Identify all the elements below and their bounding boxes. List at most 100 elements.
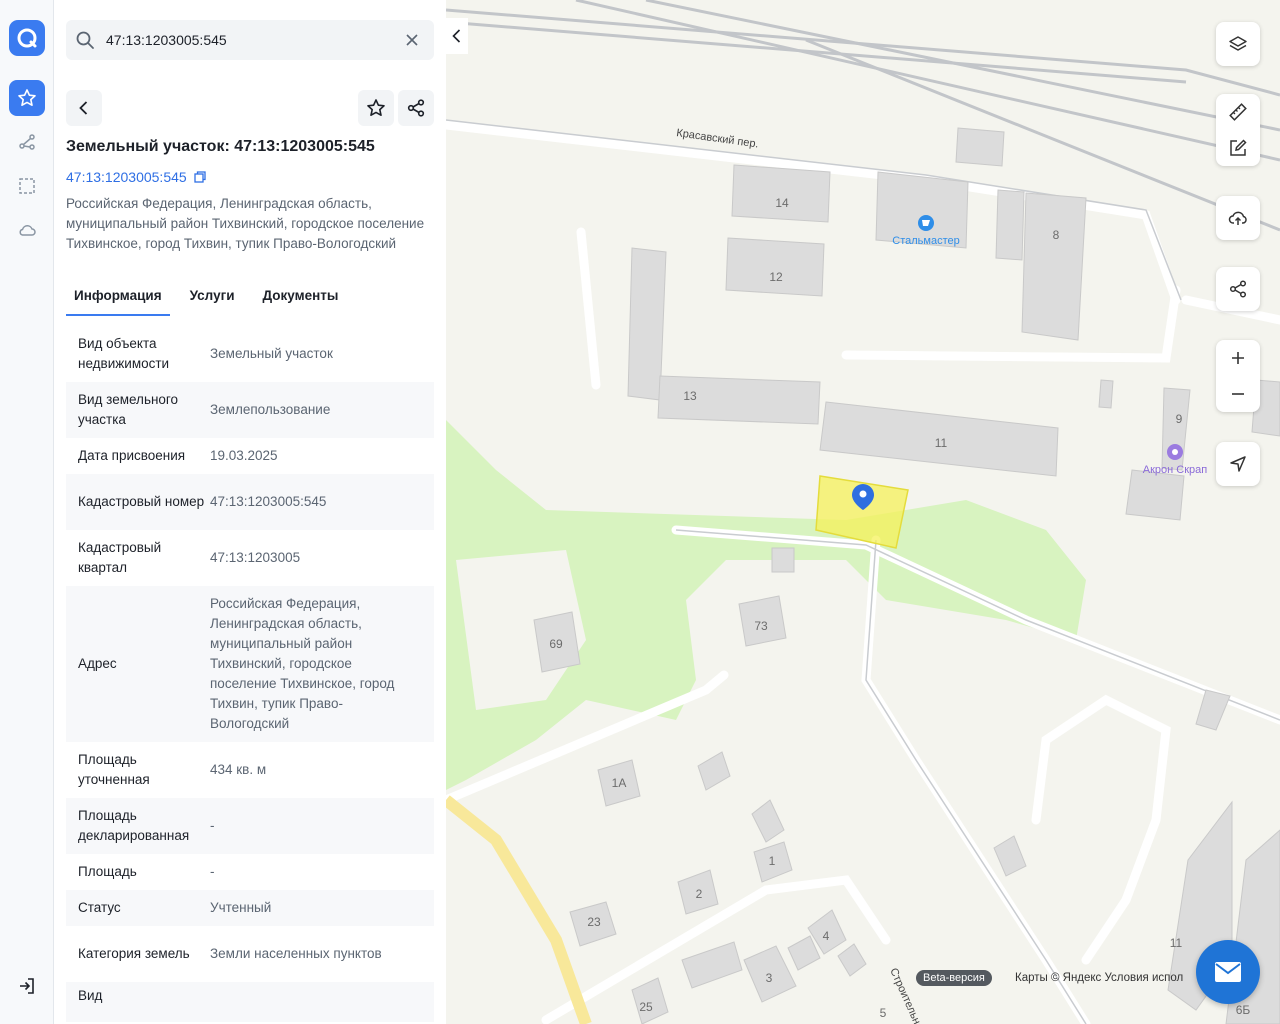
- favorite-button[interactable]: [358, 90, 394, 126]
- building-number: 14: [775, 196, 789, 210]
- nav-rail: [0, 0, 54, 1024]
- upload-control: [1216, 196, 1260, 240]
- mail-icon: [1215, 962, 1241, 982]
- geolocation-control: [1216, 442, 1260, 486]
- table-row: Площадь декларированная -: [66, 798, 434, 854]
- layers-button[interactable]: [1216, 22, 1260, 66]
- building-number: 8: [1053, 228, 1060, 242]
- zoom-in-button[interactable]: [1216, 340, 1260, 376]
- table-row: Кадастровый квартал 47:13:1203005: [66, 530, 434, 586]
- table-row: Категория земель Земли населенных пунктов: [66, 926, 434, 982]
- table-row: Вид объекта недвижимости Земельный участо…: [66, 326, 434, 382]
- ruler-button[interactable]: [1216, 94, 1260, 130]
- building-number: 6Б: [1236, 1003, 1251, 1017]
- prop-key: Площадь уточненная: [78, 752, 150, 787]
- layers-control: [1216, 22, 1260, 66]
- prop-value: 47:13:1203005: [210, 550, 301, 565]
- tab-services[interactable]: Услуги: [182, 284, 243, 316]
- share-icon: [407, 99, 425, 117]
- navigation-arrow-icon: [1230, 456, 1246, 472]
- logout-button[interactable]: [9, 968, 45, 1004]
- table-row: Адрес Российская Федерация, Ленинградская…: [66, 586, 434, 742]
- properties-table: Вид объекта недвижимости Земельный участо…: [66, 326, 434, 1022]
- chevron-left-icon: [79, 101, 88, 115]
- map-view[interactable]: 14 12 13 11 8 9 73 69 1А 1 2 23 4 3 25 5…: [446, 0, 1280, 1024]
- prop-value: 434 кв. м: [210, 762, 267, 777]
- layers-icon: [1229, 36, 1247, 51]
- table-row: Вид земельного участка Землепользование: [66, 382, 434, 438]
- building-number: 3: [766, 971, 773, 985]
- table-row: Площадь -: [66, 854, 434, 890]
- highway: [446, 795, 592, 1024]
- poi-label: Акрон Скрап: [1143, 464, 1208, 476]
- search-icon: [76, 31, 94, 49]
- copy-icon[interactable]: [193, 170, 207, 184]
- upload-button[interactable]: [1216, 196, 1260, 240]
- chevron-left-icon: [452, 29, 461, 43]
- plus-icon: [1232, 352, 1244, 364]
- cadastral-number-link[interactable]: 47:13:1203005:545: [66, 169, 207, 185]
- building-number: 1: [769, 854, 776, 868]
- search-bar: [66, 20, 434, 60]
- route-icon: [19, 134, 35, 150]
- routes-nav-button[interactable]: [9, 124, 45, 160]
- address-text: Российская Федерация, Ленинградская обла…: [66, 196, 425, 251]
- area-select-nav-button[interactable]: [9, 168, 45, 204]
- building-number: 23: [587, 915, 601, 929]
- prop-key: Адрес: [78, 656, 117, 671]
- prop-key: Вид объекта недвижимости: [78, 336, 170, 371]
- cadastral-number-text[interactable]: 47:13:1203005:545: [66, 169, 187, 185]
- tab-information[interactable]: Информация: [66, 284, 170, 316]
- page-title: Земельный участок: 47:13:1203005:545: [66, 138, 375, 155]
- app-logo[interactable]: [9, 20, 45, 56]
- table-row: Вид: [66, 982, 434, 1022]
- building-number: 12: [769, 270, 783, 284]
- zoom-out-button[interactable]: [1216, 376, 1260, 412]
- clear-search-icon[interactable]: [404, 32, 420, 48]
- poi-label: Стальмастер: [892, 235, 959, 247]
- building-number: 11: [935, 436, 948, 450]
- building-number: 11: [1170, 936, 1183, 950]
- prop-key: Кадастровый номер: [78, 494, 205, 509]
- geolocation-button[interactable]: [1216, 442, 1260, 486]
- prop-key: Вид: [78, 988, 103, 1003]
- building-number: 1А: [612, 776, 627, 790]
- cloud-icon: [19, 225, 36, 236]
- edit-icon: [1230, 139, 1247, 156]
- tab-documents[interactable]: Документы: [255, 284, 347, 316]
- prop-key: Вид земельного участка: [78, 392, 179, 427]
- prop-value: -: [210, 818, 215, 833]
- map-share-control: [1216, 267, 1260, 311]
- share-button[interactable]: [398, 90, 434, 126]
- prop-value: 19.03.2025: [210, 448, 278, 463]
- prop-key: Площадь: [78, 864, 137, 879]
- prop-value: Земельный участок: [210, 346, 333, 361]
- info-panel: Земельный участок: 47:13:1203005:545 47:…: [54, 0, 446, 1024]
- table-row: Площадь уточненная 434 кв. м: [66, 742, 434, 798]
- logout-icon: [20, 978, 34, 994]
- building-number: 73: [754, 619, 768, 633]
- prop-key: Статус: [78, 900, 121, 915]
- cloud-nav-button[interactable]: [9, 212, 45, 248]
- map-canvas[interactable]: 14 12 13 11 8 9 73 69 1А 1 2 23 4 3 25 5…: [446, 0, 1280, 1024]
- back-button[interactable]: [66, 90, 102, 126]
- feedback-button[interactable]: [1196, 940, 1260, 1004]
- dashed-square-icon: [19, 178, 35, 194]
- edit-button[interactable]: [1216, 130, 1260, 166]
- prop-value: Учтенный: [210, 900, 272, 915]
- prop-value: Землепользование: [210, 402, 331, 417]
- collapse-panel-button[interactable]: [446, 18, 468, 54]
- favorites-nav-button[interactable]: [9, 80, 45, 116]
- building-number: 2: [696, 887, 703, 901]
- map-share-button[interactable]: [1216, 267, 1260, 311]
- beta-badge: Beta-версия: [916, 970, 992, 986]
- map-copyright[interactable]: Карты © Яндекс Условия испол: [1015, 972, 1183, 984]
- search-input[interactable]: [106, 32, 396, 48]
- prop-key: Площадь декларированная: [78, 808, 190, 843]
- table-row: Статус Учтенный: [66, 890, 434, 926]
- railway: [446, 0, 1280, 232]
- prop-value: Земли населенных пунктов: [210, 946, 382, 961]
- prop-key: Дата присвоения: [78, 448, 186, 463]
- star-icon: [367, 99, 385, 116]
- building-number: 5: [880, 1006, 887, 1020]
